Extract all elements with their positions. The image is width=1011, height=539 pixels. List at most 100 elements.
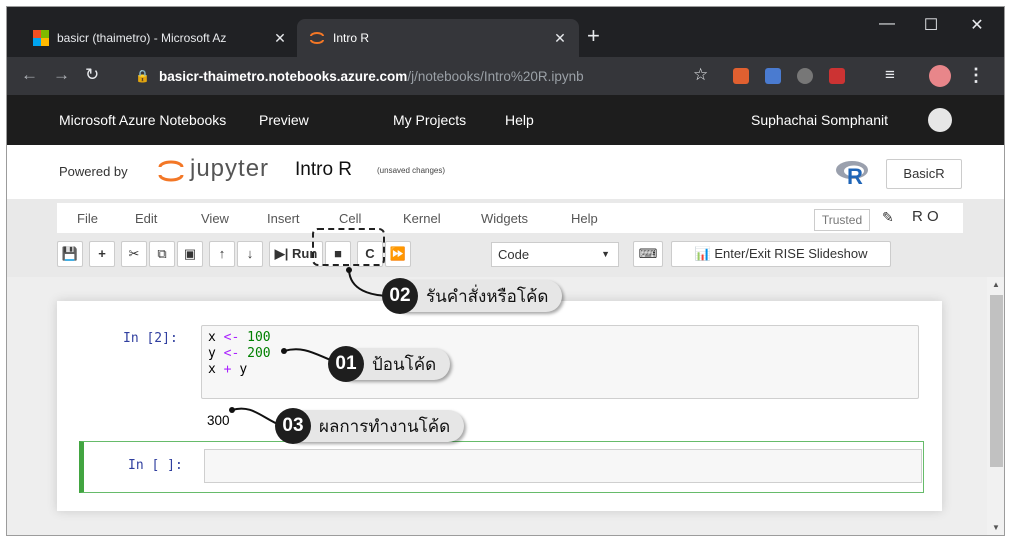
keyboard-icon[interactable]: ⌨ <box>633 241 663 267</box>
bookmark-star-icon[interactable]: ☆ <box>693 65 708 85</box>
kernel-indicator: R O <box>912 208 939 225</box>
paste-icon[interactable]: ▣ <box>177 241 203 267</box>
code-line: x <- 100 <box>208 330 271 345</box>
trusted-indicator[interactable]: Trusted <box>814 209 870 231</box>
menu-cell[interactable]: Cell <box>339 211 361 226</box>
browser-window: basicr (thaimetro) - Microsoft Az ✕ Intr… <box>6 6 1005 536</box>
close-window-icon[interactable]: ✕ <box>957 15 997 35</box>
move-up-icon[interactable]: ↑ <box>209 241 235 267</box>
cut-icon[interactable]: ✂ <box>121 241 147 267</box>
tab-title: Intro R <box>333 31 370 45</box>
close-tab-icon[interactable]: ✕ <box>269 30 291 47</box>
callout-text: รันคำสั่งหรือโค้ด <box>426 286 549 306</box>
cell-type-value: Code <box>498 247 530 262</box>
extension-icon[interactable] <box>797 68 813 84</box>
screenshot-frame: basicr (thaimetro) - Microsoft Az ✕ Intr… <box>0 0 1011 539</box>
extension-icon[interactable] <box>733 68 749 84</box>
code-line: x + y <box>208 362 248 377</box>
rise-slideshow-button[interactable]: 📊 Enter/Exit RISE Slideshow <box>671 241 891 267</box>
cell2-prompt: In [ ]: <box>128 458 183 473</box>
menu-kernel[interactable]: Kernel <box>403 211 441 226</box>
rise-label: Enter/Exit RISE Slideshow <box>714 246 868 261</box>
selected-code-cell[interactable]: In [ ]: <box>79 441 924 493</box>
scrollbar-thumb[interactable] <box>990 295 1003 467</box>
notebook-page: In [2]: x <- 100 y <- 200 x + y 300 In [… <box>57 301 942 511</box>
callout-run: 02 รันคำสั่งหรือโค้ด <box>382 278 563 314</box>
cell-type-select[interactable]: Code ▼ <box>491 242 619 267</box>
menu-insert[interactable]: Insert <box>267 211 300 226</box>
chevron-down-icon: ▼ <box>601 249 610 259</box>
callout-number: 03 <box>275 408 311 444</box>
reading-list-icon[interactable]: ≡ <box>885 65 895 85</box>
kernel-name-button[interactable]: BasicR <box>886 159 962 189</box>
menu-file[interactable]: File <box>77 211 98 226</box>
callout-input: 01 ป้อนโค้ด <box>328 346 451 382</box>
browser-tab-intro-r[interactable]: Intro R ✕ <box>297 19 579 57</box>
unsaved-indicator: (unsaved changes) <box>377 166 446 175</box>
new-tab-icon[interactable]: + <box>587 25 600 47</box>
notebook-toolbar: 💾 + ✂ ⧉ ▣ ↑ ↓ ▶| Run ■ C ⏩ Code ▼ ⌨ 📊 Ent… <box>57 241 963 271</box>
jupyter-favicon-icon <box>310 32 324 44</box>
callout-text: ผลการทำงานโค้ด <box>319 416 451 436</box>
copy-icon[interactable]: ⧉ <box>149 241 175 267</box>
code-line: y <- 200 <box>208 346 271 361</box>
menu-help[interactable]: Help <box>571 211 598 226</box>
callout-number: 02 <box>382 278 418 314</box>
fast-forward-icon[interactable]: ⏩ <box>385 241 411 267</box>
reload-icon[interactable]: ↻ <box>85 65 99 85</box>
tab-strip: basicr (thaimetro) - Microsoft Az ✕ Intr… <box>7 7 1004 57</box>
menu-edit[interactable]: Edit <box>135 211 157 226</box>
browser-toolbar: ← → ↻ 🔒 basicr-thaimetro.notebooks.azure… <box>7 57 1004 95</box>
scroll-up-icon[interactable]: ▲ <box>992 280 1000 289</box>
kernel-letter: R <box>912 208 923 225</box>
scroll-down-icon[interactable]: ▼ <box>992 523 1000 532</box>
extension-icon[interactable] <box>829 68 845 84</box>
my-projects-link[interactable]: My Projects <box>393 112 466 128</box>
save-icon[interactable]: 💾 <box>57 241 83 267</box>
code-cell-input[interactable] <box>204 449 922 483</box>
callout-text: ป้อนโค้ด <box>372 354 437 374</box>
url-path: /j/notebooks/Intro%20R.ipynb <box>407 68 584 84</box>
cell-output: 300 <box>207 413 230 428</box>
forward-icon[interactable]: → <box>53 65 70 85</box>
close-tab-icon[interactable]: ✕ <box>549 30 571 47</box>
help-link[interactable]: Help <box>505 112 534 128</box>
browser-menu-icon[interactable]: ⋮ <box>967 65 985 86</box>
browser-tab-basicr[interactable]: basicr (thaimetro) - Microsoft Az ✕ <box>21 19 299 57</box>
code-cell-input[interactable]: x <- 100 y <- 200 x + y <box>201 325 919 399</box>
menu-widgets[interactable]: Widgets <box>481 211 528 226</box>
menu-view[interactable]: View <box>201 211 229 226</box>
callout-output: 03 ผลการทำงานโค้ด <box>275 408 465 444</box>
jupyter-logo-icon <box>158 160 184 182</box>
lock-icon: 🔒 <box>135 69 150 83</box>
user-name[interactable]: Suphachai Somphanit <box>751 112 888 128</box>
move-down-icon[interactable]: ↓ <box>237 241 263 267</box>
r-logo-icon: R <box>836 161 868 185</box>
cell1-prompt: In [2]: <box>123 331 178 346</box>
run-highlight-box <box>312 228 385 266</box>
callout-number: 01 <box>328 346 364 382</box>
jupyter-wordmark: jupyter <box>190 155 270 182</box>
url-host: basicr-thaimetro.notebooks.azure.com <box>159 68 408 84</box>
scrollbar[interactable]: ▲ ▼ <box>987 277 1004 535</box>
user-avatar[interactable] <box>928 108 952 132</box>
notebook-area: In [2]: x <- 100 y <- 200 x + y 300 In [… <box>7 277 987 535</box>
extension-icon[interactable] <box>765 68 781 84</box>
jupyter-header: Powered by jupyter Intro R (unsaved chan… <box>7 145 1004 199</box>
minimize-icon[interactable]: — <box>867 15 907 33</box>
svg-text:R: R <box>847 164 863 185</box>
address-bar[interactable]: 🔒 basicr-thaimetro.notebooks.azure.com /… <box>135 62 715 90</box>
pencil-icon[interactable]: ✎ <box>882 209 894 226</box>
powered-by-label: Powered by <box>59 164 128 179</box>
profile-avatar[interactable] <box>929 65 951 87</box>
microsoft-logo-icon <box>33 30 49 46</box>
maximize-icon[interactable]: ☐ <box>911 15 951 35</box>
insert-cell-icon[interactable]: + <box>89 241 115 267</box>
azure-header: Microsoft Azure Notebooks Preview My Pro… <box>7 95 1004 145</box>
notebook-name[interactable]: Intro R <box>295 159 352 181</box>
back-icon[interactable]: ← <box>21 65 38 85</box>
preview-label: Preview <box>259 112 309 128</box>
tab-title: basicr (thaimetro) - Microsoft Az <box>57 31 227 45</box>
azure-product-link[interactable]: Microsoft Azure Notebooks <box>59 112 226 128</box>
notebook-menubar: File Edit View Insert Cell Kernel Widget… <box>57 203 963 233</box>
